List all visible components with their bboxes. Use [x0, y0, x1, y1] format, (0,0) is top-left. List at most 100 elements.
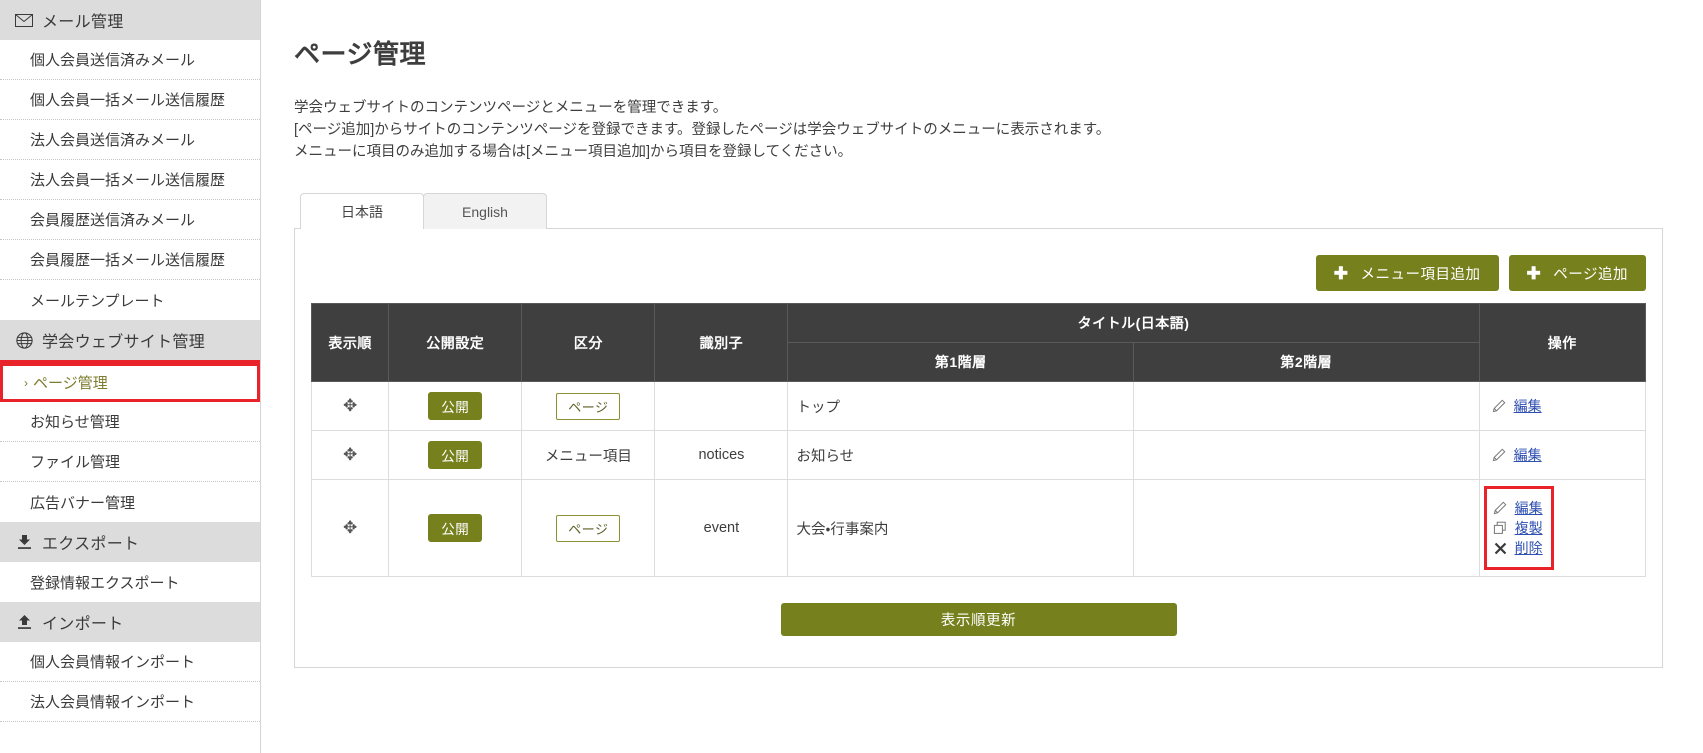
sidebar-group-label: 学会ウェブサイト管理: [42, 334, 206, 351]
sidebar-item-label: 個人会員情報インポート: [30, 654, 196, 671]
duplicate-link[interactable]: 複製: [1493, 518, 1543, 538]
language-tabs: 日本語 English: [294, 193, 1663, 229]
plus-icon: ✚: [1526, 263, 1542, 283]
sidebar-item-label: ファイル管理: [30, 454, 121, 471]
status-badge: 公開: [428, 514, 483, 542]
description-line-1: 学会ウェブサイトのコンテンツページとメニューを管理できます。: [294, 100, 728, 116]
close-x-icon: [1493, 541, 1508, 556]
cell-order: ✥: [310, 430, 390, 480]
edit-label: 編集: [1513, 447, 1542, 463]
cell-publish: 公開: [388, 430, 523, 480]
panel-action-buttons: ✚ メニュー項目追加 ✚ ページ追加: [311, 247, 1646, 303]
cell-level2: [1133, 479, 1480, 577]
kind-badge: ページ: [556, 514, 621, 542]
page-title: ページ管理: [294, 39, 426, 69]
duplicate-label: 複製: [1514, 520, 1543, 536]
pages-table-body: ✥ 公開 ページ トップ 編集 ✥ 公開 メニュー項目 notices お知らせ…: [310, 381, 1647, 577]
header-order: 表示順: [310, 303, 390, 382]
pencil-icon: [1493, 501, 1508, 516]
table-header-row-1: 表示順 公開設定 区分 識別子 タイトル(日本語) 操作: [310, 303, 1647, 382]
page-root: メール管理 個人会員送信済みメール 個人会員一括メール送信履歴 法人会員送信済み…: [0, 0, 1703, 753]
sidebar-item-label: 登録情報エクスポート: [30, 574, 180, 592]
page-list-panel: ✚ メニュー項目追加 ✚ ページ追加 表示順 公開設定 区分 識別子 タイトル(…: [294, 228, 1663, 668]
edit-label: 編集: [1514, 500, 1543, 516]
pencil-icon: [1492, 399, 1507, 414]
sidebar-item-bulk-mail-history-member[interactable]: 会員履歴一括メール送信履歴: [0, 240, 260, 280]
drag-handle-icon[interactable]: ✥: [343, 397, 357, 414]
plus-icon: ✚: [1333, 263, 1349, 283]
add-page-label: ページ追加: [1553, 266, 1628, 283]
sidebar-item-file-management[interactable]: ファイル管理: [0, 442, 260, 482]
kind-text: メニュー項目: [544, 448, 632, 465]
tab-english[interactable]: English: [423, 193, 547, 229]
cell-identifier: event: [654, 479, 789, 577]
sidebar-item-label: 法人会員一括メール送信履歴: [30, 172, 226, 189]
sidebar-item-registration-export[interactable]: 登録情報エクスポート: [0, 562, 260, 602]
sidebar-item-label: 会員履歴一括メール送信履歴: [30, 252, 226, 269]
cell-publish: 公開: [388, 381, 523, 431]
table-row: ✥ 公開 ページ トップ 編集: [310, 381, 1647, 431]
sidebar-item-label: 個人会員送信済みメール: [30, 52, 196, 69]
upload-icon: [14, 612, 34, 632]
cell-identifier: notices: [654, 430, 789, 480]
tab-label: 日本語: [341, 203, 383, 220]
description-line-2: [ページ追加]からサイトのコンテンツページを登録できます。登録したページは学会ウ…: [294, 122, 1111, 138]
sidebar-group-website[interactable]: 学会ウェブサイト管理: [0, 320, 260, 360]
add-menu-item-button[interactable]: ✚ メニュー項目追加: [1315, 255, 1499, 291]
status-badge: 公開: [428, 441, 483, 469]
edit-link[interactable]: 編集: [1493, 498, 1543, 518]
table-row: ✥ 公開 メニュー項目 notices お知らせ 編集: [310, 430, 1647, 480]
sidebar-item-label: 個人会員一括メール送信履歴: [30, 92, 226, 109]
sidebar-item-sent-mail-individual[interactable]: 個人会員送信済みメール: [0, 40, 260, 80]
sidebar-item-page-management[interactable]: › ページ管理: [3, 363, 257, 399]
sidebar-group-import[interactable]: インポート: [0, 602, 260, 642]
sidebar-item-sent-mail-member-history[interactable]: 会員履歴送信済みメール: [0, 200, 260, 240]
pages-table-head: 表示順 公開設定 区分 識別子 タイトル(日本語) 操作 第1階層 第2階層: [310, 303, 1647, 382]
cell-kind: ページ: [521, 381, 656, 431]
cell-level2: [1133, 430, 1480, 480]
cell-operations: 編集 複製 削除: [1478, 479, 1647, 577]
tab-japanese[interactable]: 日本語: [300, 193, 424, 229]
copy-icon: [1493, 521, 1508, 536]
cell-kind: メニュー項目: [521, 430, 656, 480]
sidebar-item-notice-management[interactable]: お知らせ管理: [0, 402, 260, 442]
sidebar-item-bulk-mail-history-corporate[interactable]: 法人会員一括メール送信履歴: [0, 160, 260, 200]
delete-link[interactable]: 削除: [1493, 538, 1543, 558]
edit-link[interactable]: 編集: [1492, 396, 1637, 416]
drag-handle-icon[interactable]: ✥: [343, 519, 357, 536]
cell-operations: 編集: [1478, 430, 1647, 480]
operations-list: 編集: [1488, 445, 1637, 465]
pages-table: 表示順 公開設定 区分 識別子 タイトル(日本語) 操作 第1階層 第2階層 ✥…: [310, 303, 1647, 577]
mail-icon: [14, 10, 34, 30]
sidebar-group-export[interactable]: エクスポート: [0, 522, 260, 562]
sidebar-item-corporate-import[interactable]: 法人会員情報インポート: [0, 682, 260, 722]
sidebar-item-banner-management[interactable]: 広告バナー管理: [0, 482, 260, 522]
operations-list-highlighted: 編集 複製 削除: [1483, 486, 1554, 570]
sidebar-item-individual-import[interactable]: 個人会員情報インポート: [0, 642, 260, 682]
cell-level1: トップ: [787, 381, 1135, 431]
kind-badge: ページ: [556, 392, 621, 420]
cell-order: ✥: [310, 479, 390, 577]
sidebar-item-label: お知らせ管理: [30, 414, 120, 431]
delete-label: 削除: [1514, 540, 1543, 556]
edit-link[interactable]: 編集: [1492, 445, 1637, 465]
sidebar-item-bulk-mail-history-individual[interactable]: 個人会員一括メール送信履歴: [0, 80, 260, 120]
sidebar-item-label: 法人会員送信済みメール: [30, 132, 196, 149]
drag-handle-icon[interactable]: ✥: [343, 446, 357, 463]
sidebar-group-label: インポート: [42, 616, 124, 633]
header-title-group: タイトル(日本語): [787, 303, 1480, 343]
update-order-button[interactable]: 表示順更新: [780, 603, 1177, 636]
pencil-icon: [1492, 448, 1507, 463]
chevron-right-icon: ›: [24, 375, 28, 390]
main-content: ページ管理 学会ウェブサイトのコンテンツページとメニューを管理できます。 [ペー…: [261, 0, 1703, 753]
cell-order: ✥: [310, 381, 390, 431]
sidebar-item-sent-mail-corporate[interactable]: 法人会員送信済みメール: [0, 120, 260, 160]
edit-label: 編集: [1513, 398, 1542, 414]
sidebar-item-label: 法人会員情報インポート: [30, 694, 196, 711]
status-badge: 公開: [428, 392, 483, 420]
sidebar-item-page-management-highlight: › ページ管理: [0, 360, 260, 402]
download-icon: [14, 532, 34, 552]
sidebar-group-mail[interactable]: メール管理: [0, 0, 260, 40]
add-page-button[interactable]: ✚ ページ追加: [1508, 255, 1646, 291]
sidebar-item-mail-template[interactable]: メールテンプレート: [0, 280, 260, 320]
